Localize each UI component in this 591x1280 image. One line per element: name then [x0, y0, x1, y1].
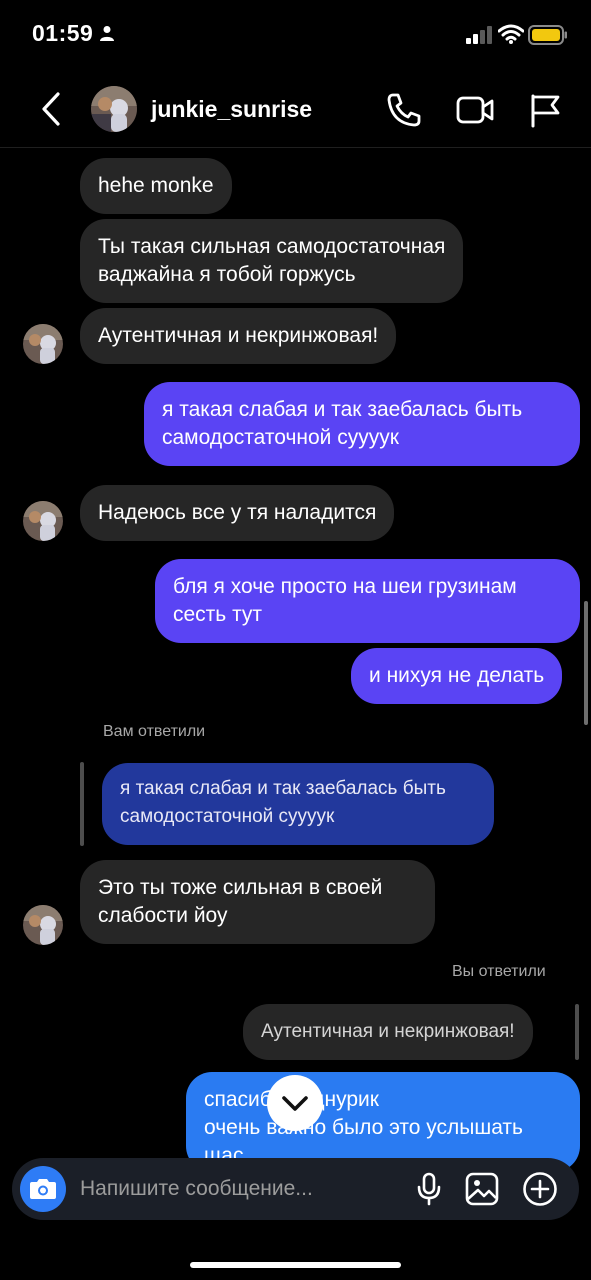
status-time: 01:59	[32, 20, 94, 46]
battery-level	[532, 29, 560, 41]
camera-button[interactable]	[20, 1166, 66, 1212]
plus-circle-icon[interactable]	[522, 1171, 558, 1207]
home-indicator[interactable]	[190, 1262, 401, 1268]
username[interactable]: junkie_sunrise	[151, 96, 312, 123]
scroll-indicator	[584, 601, 588, 725]
microphone-icon[interactable]	[413, 1172, 445, 1206]
signal-icon	[466, 26, 492, 44]
camera-icon	[30, 1179, 56, 1199]
reply-label: Вы ответили	[452, 963, 546, 980]
avatar[interactable]	[23, 905, 63, 945]
wifi-icon	[498, 24, 524, 44]
avatar[interactable]	[91, 86, 137, 132]
avatar[interactable]	[23, 324, 63, 364]
avatar[interactable]	[23, 501, 63, 541]
message-incoming[interactable]: Надеюсь все у тя наладится	[80, 485, 395, 541]
message-input[interactable]	[80, 1175, 380, 1203]
chevron-down-icon	[282, 1096, 308, 1111]
battery-icon	[528, 25, 567, 45]
message-composer	[12, 1158, 579, 1220]
flag-icon[interactable]	[528, 92, 562, 128]
chat-header: junkie_sunrise	[0, 72, 591, 148]
message-incoming[interactable]: Ты такая сильная самодостаточная ваджайн…	[80, 219, 464, 303]
message-incoming[interactable]: hehe monke	[80, 158, 232, 214]
replied-message-quote[interactable]: Аутентичная и некринжовая!	[243, 1004, 533, 1060]
person-icon	[100, 26, 114, 41]
replied-message-quote[interactable]: я такая слабая и так заебалась быть само…	[102, 763, 494, 845]
message-outgoing[interactable]: спасибо роднурик очень важно было это ус…	[186, 1072, 580, 1172]
status-bar: 01:59	[0, 0, 591, 70]
message-outgoing[interactable]: бля я хоче просто на шеи грузинам сесть …	[155, 559, 580, 643]
message-incoming[interactable]: Аутентичная и некринжовая!	[80, 308, 397, 364]
reply-label: Вам ответили	[103, 723, 206, 740]
message-outgoing[interactable]: и нихуя не делать	[351, 648, 563, 704]
message-outgoing[interactable]: я такая слабая и так заебалась быть само…	[144, 382, 580, 466]
back-arrow-icon[interactable]	[36, 90, 68, 128]
reply-quote-bar	[575, 1004, 579, 1060]
gallery-icon[interactable]	[465, 1172, 499, 1206]
scroll-to-bottom-button[interactable]	[267, 1075, 323, 1131]
phone-icon[interactable]	[385, 92, 423, 128]
reply-quote-bar	[80, 762, 84, 846]
video-camera-icon[interactable]	[455, 92, 495, 128]
message-incoming[interactable]: Это ты тоже сильная в своей слабости йоу	[80, 860, 435, 944]
